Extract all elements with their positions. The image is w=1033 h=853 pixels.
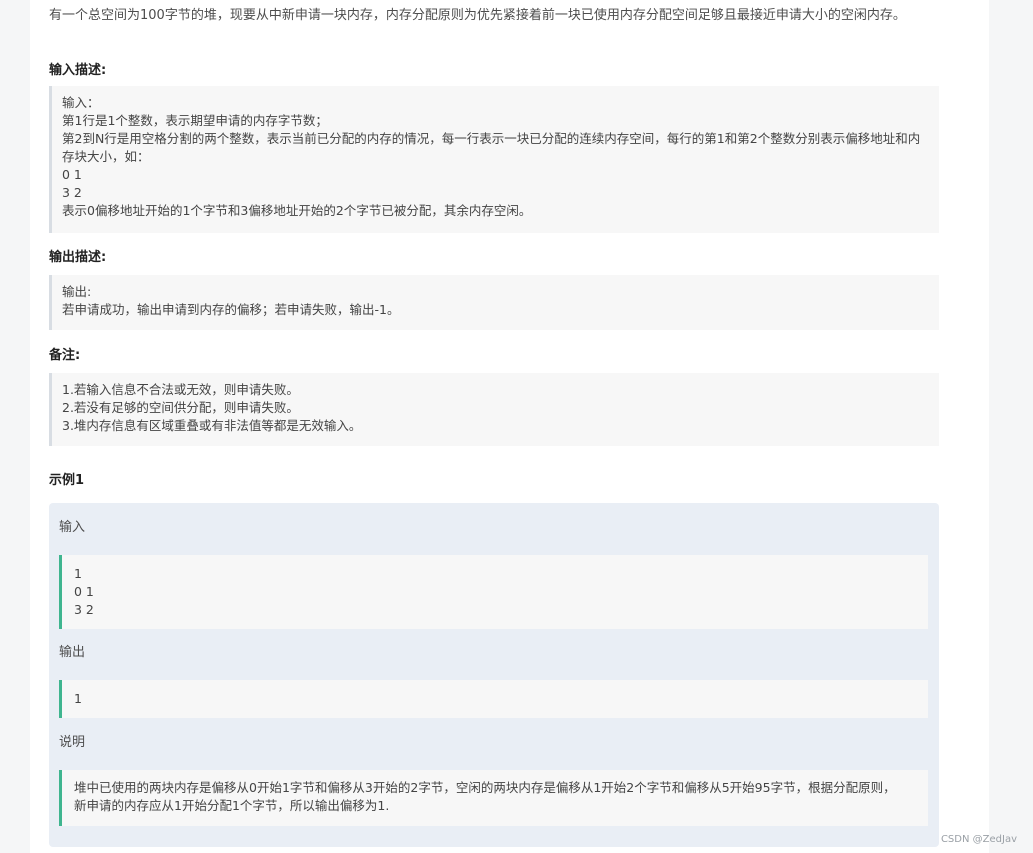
input-line: 表示0偏移地址开始的1个字节和3偏移地址开始的2个字节已被分配，其余内存空闲。 (62, 203, 532, 218)
input-description-title: 输入描述: (49, 63, 107, 78)
problem-intro: 有一个总空间为100字节的堆，现要从中新申请一块内存，内存分配原则为优先紧接着前… (49, 8, 906, 23)
input-description-block: 输入： 第1行是1个整数，表示期望申请的内存字节数； 第2到N行是用空格分割的两… (49, 86, 939, 233)
example-explain-line: 堆中已使用的两块内存是偏移从0开始1字节和偏移从3开始的2字节，空闲的两块内存是… (74, 780, 896, 795)
example-input-line: 0 1 (74, 584, 94, 599)
example-output-line: 1 (74, 691, 82, 706)
example-title: 示例1 (49, 473, 85, 488)
example-output-label: 输出 (59, 645, 86, 660)
example-explain-box: 堆中已使用的两块内存是偏移从0开始1字节和偏移从3开始的2字节，空闲的两块内存是… (59, 770, 928, 826)
input-line: 第1行是1个整数，表示期望申请的内存字节数； (62, 113, 328, 128)
input-line: 3 2 (62, 185, 82, 200)
output-description-title: 输出描述: (49, 250, 107, 265)
example-panel: 输入 1 0 1 3 2 输出 1 说明 堆中已使用的两块内存是偏移从0开始1字… (49, 503, 939, 847)
example-input-box: 1 0 1 3 2 (59, 555, 928, 629)
output-line: 输出: (62, 284, 92, 299)
note-line: 2.若没有足够的空间供分配，则申请失败。 (62, 400, 299, 415)
input-line: 第2到N行是用空格分割的两个整数，表示当前已分配的内存的情况，每一行表示一块已分… (62, 131, 921, 164)
example-input-line: 3 2 (74, 602, 94, 617)
output-line: 若申请成功，输出申请到内存的偏移；若申请失败，输出-1。 (62, 302, 400, 317)
input-line: 0 1 (62, 167, 82, 182)
example-explain-label: 说明 (59, 735, 86, 750)
notes-title: 备注: (49, 348, 81, 363)
output-description-block: 输出: 若申请成功，输出申请到内存的偏移；若申请失败，输出-1。 (49, 275, 939, 330)
example-input-label: 输入 (59, 520, 86, 535)
watermark: CSDN @ZedJav (940, 834, 1017, 845)
example-explain-line: 新申请的内存应从1开始分配1个字节，所以输出偏移为1. (74, 798, 390, 813)
notes-block: 1.若输入信息不合法或无效，则申请失败。 2.若没有足够的空间供分配，则申请失败… (49, 373, 939, 446)
note-line: 3.堆内存信息有区域重叠或有非法值等都是无效输入。 (62, 418, 362, 433)
example-input-line: 1 (74, 566, 82, 581)
example-output-box: 1 (59, 680, 928, 718)
note-line: 1.若输入信息不合法或无效，则申请失败。 (62, 382, 299, 397)
input-line: 输入： (62, 95, 100, 110)
